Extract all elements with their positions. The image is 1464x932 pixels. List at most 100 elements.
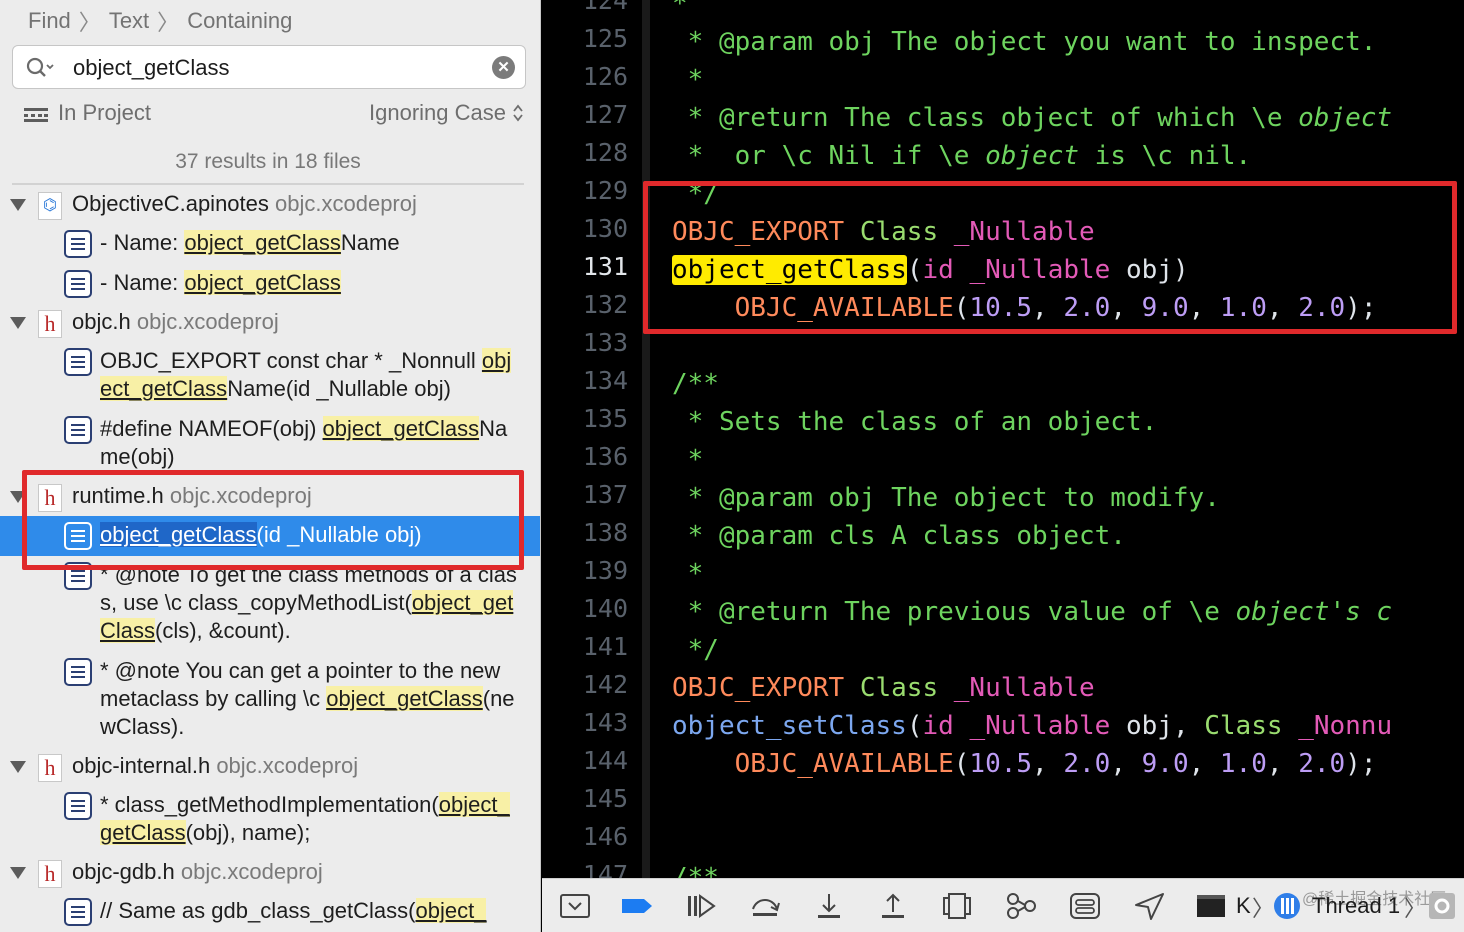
file-group-row[interactable]: ⌬ ObjectiveC.apinotes objc.xcodeproj: [0, 186, 540, 224]
line-number: 140: [582, 594, 628, 623]
memory-graph-icon[interactable]: [1004, 891, 1038, 921]
code-line[interactable]: *: [672, 559, 704, 597]
header-file-icon: h: [38, 310, 62, 338]
code-line[interactable]: * @param obj The object to modify.: [672, 483, 1220, 521]
disclosure-triangle-icon[interactable]: [9, 866, 27, 880]
thread-label[interactable]: Thread 1: [1312, 893, 1400, 919]
result-snippet: - Name: object_getClass: [100, 269, 520, 297]
code-line[interactable]: *: [672, 0, 688, 27]
search-result-row[interactable]: * @note To get the class methods of a cl…: [0, 556, 540, 652]
search-field[interactable]: object_getClass ✕: [12, 45, 526, 89]
breadcrumb-text[interactable]: Text: [109, 8, 149, 34]
source-editor[interactable]: 124 125 126 127 128 129 130 131 132 133 134 135 136 1…: [542, 0, 1464, 878]
search-result-row[interactable]: * class_getMethodImplementation(object_g…: [0, 786, 540, 854]
match-highlight: object_getClass: [184, 230, 341, 255]
annotation-box-navigator: [22, 470, 524, 570]
match-highlight: object_getClass: [184, 270, 341, 295]
code-token: * @param cls A class object.: [672, 521, 1126, 551]
project-label: objc.xcodeproj: [275, 191, 417, 216]
case-sensitivity-popup[interactable]: Ignoring Case: [369, 100, 524, 126]
search-scope-bar: In Project Ignoring Case: [24, 100, 524, 130]
code-token: /**: [672, 863, 719, 878]
text-result-icon: [64, 792, 92, 820]
simulate-location-icon[interactable]: [1132, 891, 1166, 921]
search-result-row[interactable]: // Same as gdb_class_getClass(object_: [0, 892, 540, 932]
code-line[interactable]: */: [672, 635, 719, 673]
code-line[interactable]: *: [672, 445, 704, 483]
match-highlight: object_getClass: [326, 686, 483, 711]
code-token: _Nullable: [953, 673, 1095, 703]
line-number: 126: [582, 62, 628, 91]
search-result-row[interactable]: - Name: object_getClass: [0, 264, 540, 304]
breakpoints-toggle-icon[interactable]: [620, 891, 654, 921]
code-token: _Nullable: [969, 711, 1111, 741]
code-token: id: [922, 711, 954, 741]
breadcrumb-containing[interactable]: Containing: [187, 8, 292, 34]
step-over-icon[interactable]: [748, 891, 782, 921]
file-group-row[interactable]: h objc.h objc.xcodeproj: [0, 304, 540, 342]
hide-debug-area-icon[interactable]: [558, 891, 592, 921]
code-folding-ribbon[interactable]: [642, 0, 650, 878]
view-hierarchy-icon[interactable]: [940, 891, 974, 921]
code-token: (: [953, 749, 970, 779]
code-line[interactable]: /**: [672, 369, 719, 407]
clear-search-icon[interactable]: ✕: [492, 56, 515, 79]
code-line[interactable]: * @param obj The object you want to insp…: [672, 27, 1377, 65]
code-line[interactable]: *: [672, 65, 704, 103]
search-result-row[interactable]: #define NAMEOF(obj) object_getClassName(…: [0, 410, 540, 478]
chevron-right-icon: 〉: [78, 10, 101, 35]
snippet-prefix: // Same as gdb_class_getClass(: [100, 898, 416, 923]
code-line[interactable]: object_setClass(id _Nullable obj, Class …: [672, 711, 1392, 749]
line-number: 134: [582, 366, 628, 395]
terminal-icon[interactable]: [1196, 891, 1226, 921]
result-count: 37 results in 18 files: [175, 150, 361, 173]
breadcrumb-find[interactable]: Find: [28, 8, 71, 34]
text-result-icon: [64, 416, 92, 444]
code-line[interactable]: OBJC_EXPORT Class _Nullable: [672, 673, 1095, 711]
match-highlight: object_: [415, 898, 487, 923]
file-group-row[interactable]: h objc-gdb.h objc.xcodeproj: [0, 854, 540, 892]
search-result-row[interactable]: - Name: object_getClassName: [0, 224, 540, 264]
process-label[interactable]: K: [1236, 893, 1251, 919]
chevron-right-icon: 〉: [1404, 896, 1427, 921]
code-line[interactable]: OBJC_AVAILABLE(10.5, 2.0, 9.0, 1.0, 2.0)…: [672, 749, 1377, 787]
line-number: 127: [582, 100, 628, 129]
search-result-row[interactable]: OBJC_EXPORT const char * _Nonnull object…: [0, 342, 540, 410]
search-icon[interactable]: [25, 56, 55, 80]
code-token: object's c: [1235, 597, 1393, 627]
step-into-icon[interactable]: [812, 891, 846, 921]
disclosure-triangle-icon[interactable]: [9, 760, 27, 774]
step-out-icon[interactable]: [876, 891, 910, 921]
code-token: );: [1345, 749, 1377, 779]
match-highlight: object_getClass: [322, 416, 480, 441]
continue-icon[interactable]: [684, 891, 718, 921]
chevron-right-icon: 〉: [1252, 896, 1275, 921]
environment-overrides-icon[interactable]: [1068, 891, 1102, 921]
file-group-row[interactable]: h objc-internal.h objc.xcodeproj: [0, 748, 540, 786]
line-number: 129: [582, 176, 628, 205]
file-name: ObjectiveC.apinotes objc.xcodeproj: [72, 191, 417, 217]
code-line[interactable]: * or \c Nil if \e object is \c nil.: [672, 141, 1252, 179]
code-line[interactable]: * @return The class object of which \e o…: [672, 103, 1392, 141]
file-label: ObjectiveC.apinotes: [72, 191, 269, 216]
code-token: 2.0: [1063, 749, 1111, 779]
disclosure-triangle-icon[interactable]: [9, 316, 27, 330]
result-snippet: * class_getMethodImplementation(object_g…: [100, 791, 520, 847]
thread-icon: [1272, 891, 1302, 921]
search-result-row[interactable]: * @note You can get a pointer to the new…: [0, 652, 540, 748]
line-number: 137: [582, 480, 628, 509]
scope-in-project[interactable]: In Project: [58, 100, 151, 126]
line-number: 133: [582, 328, 628, 357]
code-line[interactable]: * Sets the class of an object.: [672, 407, 1158, 445]
snippet-suffix: (cls), &count).: [155, 618, 291, 643]
disclosure-triangle-icon[interactable]: [9, 198, 27, 212]
snippet-prefix: OBJC_EXPORT const char * _Nonnull: [100, 348, 482, 373]
code-line[interactable]: * @return The previous value of \e objec…: [672, 597, 1392, 635]
code-line[interactable]: /**: [672, 863, 719, 878]
code-line[interactable]: * @param cls A class object.: [672, 521, 1126, 559]
search-input[interactable]: object_getClass: [73, 55, 230, 81]
gear-icon[interactable]: [1428, 891, 1456, 921]
